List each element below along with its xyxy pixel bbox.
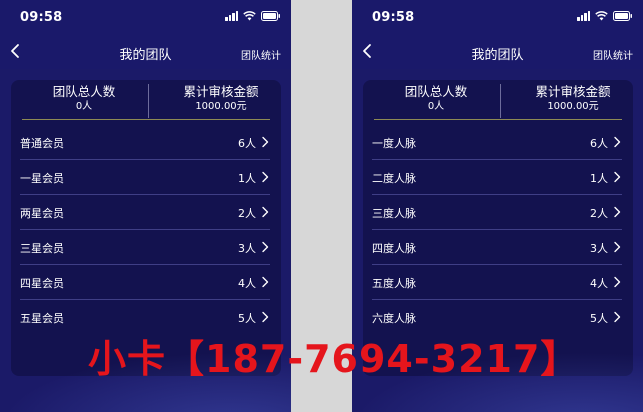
total-amount-block: 累计审核金额 1000.00元 — [511, 84, 635, 113]
team-stats-link[interactable]: 团队统计 — [241, 47, 281, 62]
list-item-count: 1人 — [590, 172, 608, 185]
total-amount-value: 1000.00元 — [547, 101, 599, 112]
summary-divider — [148, 84, 149, 118]
member-level-list: 普通会员 6人 一星会员 1人 两星会员 2人 三星会员 3人 四星会员 4人 五星会员 5… — [11, 125, 281, 334]
list-item-label: 两星会员 — [20, 207, 64, 220]
list-item[interactable]: 六度人脉 5人 — [372, 300, 622, 334]
cellular-signal-icon — [225, 11, 238, 21]
list-item[interactable]: 五度人脉 4人 — [372, 265, 622, 300]
total-amount-label: 累计审核金额 — [535, 84, 611, 99]
list-item-count: 4人 — [238, 277, 256, 290]
total-members-label: 团队总人数 — [52, 84, 116, 99]
total-members-block: 团队总人数 0人 — [374, 84, 498, 113]
list-item[interactable]: 二度人脉 1人 — [372, 160, 622, 195]
wifi-icon — [595, 11, 608, 21]
list-item-count: 5人 — [238, 312, 256, 325]
list-item-label: 四星会员 — [20, 277, 64, 290]
list-item-count: 6人 — [590, 137, 608, 150]
nav-bar: 我的团队 团队统计 — [352, 33, 643, 69]
total-members-value: 0人 — [427, 101, 445, 112]
list-item-count: 2人 — [238, 207, 256, 220]
list-item-count: 1人 — [238, 172, 256, 185]
nav-bar: 我的团队 团队统计 — [0, 33, 291, 69]
chevron-right-icon — [614, 136, 621, 148]
chevron-right-icon — [614, 171, 621, 183]
total-members-block: 团队总人数 0人 — [22, 84, 146, 113]
total-members-value: 0人 — [75, 101, 93, 112]
total-members-label: 团队总人数 — [404, 84, 468, 99]
list-item-label: 一星会员 — [20, 172, 64, 185]
chevron-right-icon — [614, 206, 621, 218]
list-item[interactable]: 一度人脉 6人 — [372, 125, 622, 160]
total-amount-block: 累计审核金额 1000.00元 — [159, 84, 283, 113]
total-amount-value: 1000.00元 — [195, 101, 247, 112]
list-item-count: 3人 — [590, 242, 608, 255]
status-bar: 09:58 — [352, 0, 643, 33]
list-item[interactable]: 普通会员 6人 — [20, 125, 270, 160]
chevron-right-icon — [262, 136, 269, 148]
chevron-right-icon — [262, 311, 269, 323]
wifi-icon — [243, 11, 256, 21]
chevron-right-icon — [262, 241, 269, 253]
list-item[interactable]: 四星会员 4人 — [20, 265, 270, 300]
summary-divider — [500, 84, 501, 118]
status-time: 09:58 — [20, 10, 63, 25]
battery-icon — [261, 11, 280, 21]
list-item-label: 五度人脉 — [372, 277, 416, 290]
list-item-count: 6人 — [238, 137, 256, 150]
status-time: 09:58 — [372, 10, 415, 25]
list-item-label: 普通会员 — [20, 137, 64, 150]
list-item-count: 2人 — [590, 207, 608, 220]
battery-icon — [613, 11, 632, 21]
chevron-right-icon — [614, 311, 621, 323]
list-item-count: 5人 — [590, 312, 608, 325]
team-stats-link[interactable]: 团队统计 — [593, 47, 633, 62]
list-item-label: 二度人脉 — [372, 172, 416, 185]
list-item[interactable]: 三星会员 3人 — [20, 230, 270, 265]
chevron-right-icon — [262, 276, 269, 288]
chevron-right-icon — [262, 171, 269, 183]
list-item[interactable]: 五星会员 5人 — [20, 300, 270, 334]
list-item[interactable]: 四度人脉 3人 — [372, 230, 622, 265]
cellular-signal-icon — [577, 11, 590, 21]
list-item[interactable]: 一星会员 1人 — [20, 160, 270, 195]
system-icons — [225, 11, 281, 21]
list-item-count: 3人 — [238, 242, 256, 255]
chevron-right-icon — [614, 276, 621, 288]
contact-watermark: 小卡【187-7694-3217】 — [88, 337, 580, 381]
team-card: 团队总人数 0人 累计审核金额 1000.00元 一度人脉 6人 二度人脉 1人 三… — [363, 80, 633, 376]
team-card: 团队总人数 0人 累计审核金额 1000.00元 普通会员 6人 一星会员 1人 两… — [11, 80, 281, 376]
list-item-label: 六度人脉 — [372, 312, 416, 325]
list-item-count: 4人 — [590, 277, 608, 290]
chevron-right-icon — [262, 206, 269, 218]
status-bar: 09:58 — [0, 0, 291, 33]
list-item-label: 三度人脉 — [372, 207, 416, 220]
list-item[interactable]: 三度人脉 2人 — [372, 195, 622, 230]
team-summary: 团队总人数 0人 累计审核金额 1000.00元 — [374, 80, 622, 120]
list-item[interactable]: 两星会员 2人 — [20, 195, 270, 230]
list-item-label: 一度人脉 — [372, 137, 416, 150]
list-item-label: 四度人脉 — [372, 242, 416, 255]
chevron-right-icon — [614, 241, 621, 253]
system-icons — [577, 11, 633, 21]
connection-degree-list: 一度人脉 6人 二度人脉 1人 三度人脉 2人 四度人脉 3人 五度人脉 4人 六度人脉 5… — [363, 125, 633, 334]
list-item-label: 三星会员 — [20, 242, 64, 255]
list-item-label: 五星会员 — [20, 312, 64, 325]
team-summary: 团队总人数 0人 累计审核金额 1000.00元 — [22, 80, 270, 120]
total-amount-label: 累计审核金额 — [183, 84, 259, 99]
